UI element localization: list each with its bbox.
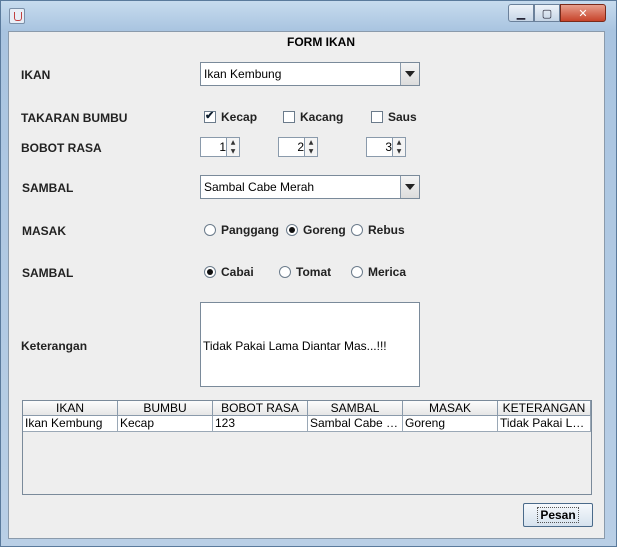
minimize-button[interactable]: ▁ [508, 4, 534, 22]
checkbox-kecap-label: Kecap [221, 110, 258, 124]
spinner-down-icon[interactable]: ▼ [304, 147, 317, 156]
table-row[interactable]: Ikan Kembung Kecap 123 Sambal Cabe Merah… [23, 416, 591, 432]
spinner-value: 3 [385, 140, 392, 154]
column-header-masak[interactable]: MASAK [403, 401, 498, 416]
bobot-spinner-3[interactable]: 3 ▲ ▼ [366, 137, 406, 157]
pesan-button[interactable]: Pesan [523, 503, 593, 527]
column-header-sambal[interactable]: SAMBAL [308, 401, 403, 416]
spinner-value: 1 [219, 140, 226, 154]
maximize-button[interactable]: ▢ [534, 4, 560, 22]
minimize-icon: ▁ [516, 6, 526, 20]
spinner-down-icon[interactable]: ▼ [226, 147, 239, 156]
chevron-down-icon[interactable] [400, 63, 419, 85]
order-table[interactable]: IKAN BUMBU BOBOT RASA SAMBAL MASAK KETER… [22, 400, 592, 495]
close-button[interactable]: ✕ [560, 4, 606, 22]
radio-cabai[interactable]: Cabai [204, 265, 254, 279]
table-header: IKAN BUMBU BOBOT RASA SAMBAL MASAK KETER… [23, 401, 591, 416]
radio-unselected-icon[interactable] [204, 224, 216, 236]
title-bar[interactable]: ▁ ▢ ✕ [1, 1, 616, 31]
radio-tomat[interactable]: Tomat [279, 265, 331, 279]
label-sambal-2: SAMBAL [22, 266, 74, 280]
spinner-down-icon[interactable]: ▼ [392, 147, 405, 156]
checkbox-saus[interactable]: Saus [371, 110, 417, 124]
label-takaran-bumbu: TAKARAN BUMBU [21, 111, 128, 125]
table-cell[interactable]: 123 [213, 416, 308, 432]
radio-goreng-label: Goreng [303, 223, 346, 237]
maximize-icon: ▢ [541, 6, 553, 20]
label-masak: MASAK [22, 224, 66, 238]
checkbox-kacang-label: Kacang [300, 110, 344, 124]
table-cell[interactable]: Kecap [118, 416, 213, 432]
table-cell[interactable]: Ikan Kembung [23, 416, 118, 432]
checkbox-unchecked-icon[interactable] [371, 111, 383, 123]
sambal-combobox-value: Sambal Cabe Merah [204, 180, 315, 194]
close-icon: ✕ [578, 6, 588, 20]
radio-unselected-icon[interactable] [351, 266, 363, 278]
pesan-button-label: Pesan [537, 507, 579, 523]
radio-goreng[interactable]: Goreng [286, 223, 346, 237]
column-header-keterangan[interactable]: KETERANGAN [498, 401, 591, 416]
radio-rebus[interactable]: Rebus [351, 223, 405, 237]
table-cell[interactable]: Tidak Pakai Lama Diantar Mas...!!! [498, 416, 591, 432]
radio-panggang-label: Panggang [221, 223, 280, 237]
ikan-combobox-value: Ikan Kembung [204, 67, 282, 81]
radio-tomat-label: Tomat [296, 265, 332, 279]
label-sambal: SAMBAL [22, 181, 74, 195]
spinner-value: 2 [297, 140, 304, 154]
keterangan-textarea[interactable]: Tidak Pakai Lama Diantar Mas...!!! [200, 302, 420, 387]
checkbox-kecap[interactable]: Kecap [204, 109, 258, 124]
bobot-spinner-2[interactable]: 2 ▲ ▼ [278, 137, 318, 157]
ikan-combobox[interactable]: Ikan Kembung [200, 62, 420, 86]
keterangan-text: Tidak Pakai Lama Diantar Mas...!!! [203, 339, 387, 353]
checkbox-saus-label: Saus [388, 110, 417, 124]
label-keterangan: Keterangan [21, 339, 88, 353]
radio-rebus-label: Rebus [368, 223, 405, 237]
form-title: FORM IKAN [287, 35, 355, 49]
java-cup-icon [9, 8, 25, 24]
label-ikan: IKAN [21, 68, 51, 82]
form-panel: FORM IKAN IKAN Ikan Kembung TAKARAN BUMB… [8, 31, 605, 539]
radio-cabai-label: Cabai [221, 265, 254, 279]
radio-panggang[interactable]: Panggang [204, 223, 279, 237]
checkbox-kacang[interactable]: Kacang [283, 110, 343, 124]
radio-unselected-icon[interactable] [351, 224, 363, 236]
table-cell[interactable]: Goreng [403, 416, 498, 432]
table-cell[interactable]: Sambal Cabe Merah [308, 416, 403, 432]
radio-selected-icon[interactable] [204, 266, 216, 278]
column-header-bobot-rasa[interactable]: BOBOT RASA [213, 401, 308, 416]
radio-merica[interactable]: Merica [351, 265, 406, 279]
column-header-ikan[interactable]: IKAN [23, 401, 118, 416]
chevron-down-icon[interactable] [400, 176, 419, 198]
app-window: ▁ ▢ ✕ FORM IKAN IKAN Ikan Kembung TAKARA… [0, 0, 617, 547]
radio-unselected-icon[interactable] [279, 266, 291, 278]
checkbox-checked-icon[interactable] [204, 109, 216, 123]
radio-selected-icon[interactable] [286, 224, 298, 236]
column-header-bumbu[interactable]: BUMBU [118, 401, 213, 416]
bobot-spinner-1[interactable]: 1 ▲ ▼ [200, 137, 240, 157]
checkbox-unchecked-icon[interactable] [283, 111, 295, 123]
radio-merica-label: Merica [368, 265, 407, 279]
label-bobot-rasa: BOBOT RASA [21, 141, 102, 155]
window-controls: ▁ ▢ ✕ [508, 4, 606, 23]
sambal-combobox[interactable]: Sambal Cabe Merah [200, 175, 420, 199]
